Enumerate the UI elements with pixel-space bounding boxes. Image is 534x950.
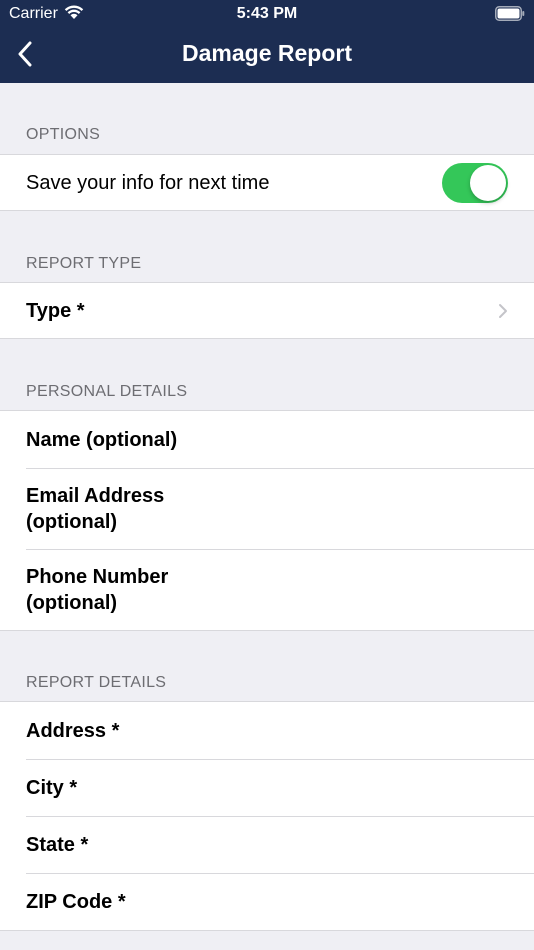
- save-info-toggle[interactable]: [442, 162, 508, 203]
- email-label-line1: Email Address: [26, 484, 165, 507]
- email-label-line2: (optional): [26, 510, 118, 533]
- address-label: Address *: [26, 719, 120, 742]
- toggle-knob: [470, 164, 506, 201]
- report-details-group: Address * City * State * ZIP Code *: [0, 701, 534, 931]
- section-header-report-type: REPORT TYPE: [26, 255, 142, 272]
- chevron-right-icon: [499, 303, 507, 318]
- name-label: Name (optional): [26, 428, 178, 451]
- zip-code-label: ZIP Code *: [26, 890, 126, 913]
- phone-row[interactable]: Phone Number (optional): [0, 549, 534, 630]
- section-header-personal-details: PERSONAL DETAILS: [26, 383, 188, 400]
- section-header-options: OPTIONS: [26, 126, 101, 143]
- options-group: Save your info for next time: [0, 154, 534, 211]
- navigation-bar: Carrier 5:43 PM Damage Report: [0, 0, 534, 83]
- type-label: Type *: [26, 299, 85, 322]
- phone-label: Phone Number (optional): [26, 564, 168, 616]
- type-row[interactable]: Type *: [0, 283, 534, 338]
- address-row[interactable]: Address *: [0, 702, 534, 759]
- personal-details-group: Name (optional) Email Address (optional)…: [0, 410, 534, 631]
- battery-icon: [495, 6, 525, 21]
- email-row[interactable]: Email Address (optional): [0, 468, 534, 549]
- phone-label-line1: Phone Number: [26, 565, 169, 588]
- city-row[interactable]: City *: [0, 759, 534, 816]
- state-row[interactable]: State *: [0, 816, 534, 873]
- phone-label-line2: (optional): [26, 591, 118, 614]
- email-label: Email Address (optional): [26, 483, 164, 535]
- city-label: City *: [26, 776, 78, 799]
- save-info-label: Save your info for next time: [26, 171, 270, 194]
- status-bar: Carrier 5:43 PM: [0, 0, 534, 28]
- section-header-report-details: REPORT DETAILS: [26, 674, 167, 691]
- report-type-group: Type *: [0, 282, 534, 339]
- name-row[interactable]: Name (optional): [0, 411, 534, 468]
- zip-code-row[interactable]: ZIP Code *: [0, 873, 534, 930]
- state-label: State *: [26, 833, 89, 856]
- page-title: Damage Report: [182, 40, 352, 66]
- save-info-row: Save your info for next time: [0, 155, 534, 210]
- clock: 5:43 PM: [236, 5, 298, 22]
